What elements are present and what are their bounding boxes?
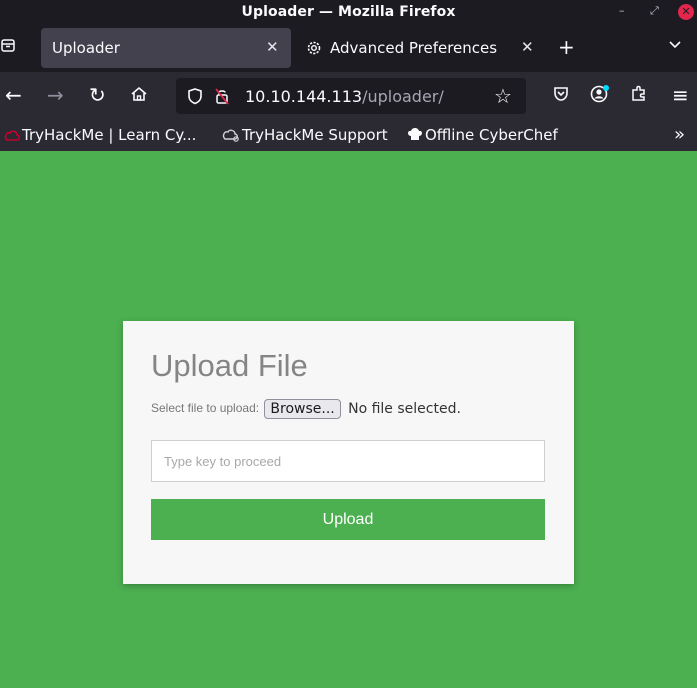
tab-uploader[interactable]: Uploader ✕ xyxy=(41,28,291,68)
bookmark-label: TryHackMe | Learn Cy... xyxy=(22,126,197,144)
window-title: Uploader — Mozilla Firefox xyxy=(241,4,456,20)
bookmarks-overflow-button[interactable]: » xyxy=(674,124,685,145)
url-host: 10.10.144.113 xyxy=(245,87,363,106)
url-bar[interactable]: 10.10.144.113/uploader/ ☆ xyxy=(176,78,526,114)
url-text[interactable]: 10.10.144.113/uploader/ xyxy=(245,87,444,106)
chevron-down-icon xyxy=(669,41,681,49)
file-select-row: Select file to upload: Browse... No file… xyxy=(151,399,461,419)
app-menu-button[interactable]: ≡ xyxy=(672,83,689,107)
tab-label: Advanced Preferences xyxy=(330,39,498,57)
minimize-window-button[interactable]: – xyxy=(619,4,625,17)
bookmarks-toolbar: TryHackMe | Learn Cy... TryHackMe Suppor… xyxy=(0,120,697,151)
close-tab-icon[interactable]: ✕ xyxy=(521,38,534,56)
account-icon xyxy=(590,85,609,103)
support-cloud-icon xyxy=(222,129,239,142)
navigation-toolbar: ← → ↻ 10.10.144.113/uploader/ ☆ ≡ xyxy=(0,72,697,120)
tryhackme-cloud-icon xyxy=(4,130,21,141)
home-button[interactable] xyxy=(130,85,148,103)
window-titlebar: Uploader — Mozilla Firefox – ⤢ ✕ xyxy=(0,0,697,25)
tab-bar: Uploader ✕ Advanced Preferences ✕ + xyxy=(0,25,697,72)
list-all-tabs-button[interactable] xyxy=(668,38,682,52)
file-select-label: Select file to upload: xyxy=(151,401,260,416)
home-icon xyxy=(131,86,147,101)
firefox-view-icon xyxy=(1,39,15,52)
reload-button[interactable]: ↻ xyxy=(89,83,106,107)
account-button[interactable] xyxy=(590,84,610,104)
insecure-lock-icon[interactable] xyxy=(213,87,231,105)
bookmark-label: TryHackMe Support xyxy=(242,126,388,144)
bookmark-label: Offline CyberChef xyxy=(425,126,558,144)
back-button[interactable]: ← xyxy=(5,83,22,107)
restore-window-button[interactable]: ⤢ xyxy=(650,4,659,18)
bookmark-offline-cyberchef[interactable]: Offline CyberChef xyxy=(405,126,558,144)
puzzle-piece-icon xyxy=(632,85,645,101)
page-title: Upload File xyxy=(151,348,308,383)
no-file-selected-text: No file selected. xyxy=(348,401,461,417)
gear-icon xyxy=(305,39,323,57)
url-path: /uploader/ xyxy=(362,87,444,106)
browse-button[interactable]: Browse... xyxy=(264,399,341,419)
tab-advanced-preferences[interactable]: Advanced Preferences ✕ xyxy=(297,28,547,68)
pocket-button[interactable] xyxy=(552,85,570,103)
bookmark-star-icon[interactable]: ☆ xyxy=(494,84,512,108)
page-content: Upload File Select file to upload: Brows… xyxy=(0,151,697,688)
bookmark-tryhackme[interactable]: TryHackMe | Learn Cy... xyxy=(2,126,196,144)
forward-button[interactable]: → xyxy=(47,83,64,107)
new-tab-button[interactable]: + xyxy=(558,35,575,59)
chef-hat-icon xyxy=(408,128,422,140)
tab-label: Uploader xyxy=(52,39,120,57)
close-tab-icon[interactable]: ✕ xyxy=(266,38,279,56)
pocket-icon xyxy=(554,87,568,101)
key-input[interactable] xyxy=(151,440,545,482)
upload-button[interactable]: Upload xyxy=(151,499,545,540)
bookmark-tryhackme-support[interactable]: TryHackMe Support xyxy=(220,126,388,144)
close-window-button[interactable]: ✕ xyxy=(678,4,694,20)
tracking-protection-shield-icon[interactable] xyxy=(186,87,204,105)
firefox-view-button[interactable] xyxy=(0,37,20,59)
extensions-button[interactable] xyxy=(630,84,648,102)
upload-card: Upload File Select file to upload: Brows… xyxy=(123,321,574,584)
